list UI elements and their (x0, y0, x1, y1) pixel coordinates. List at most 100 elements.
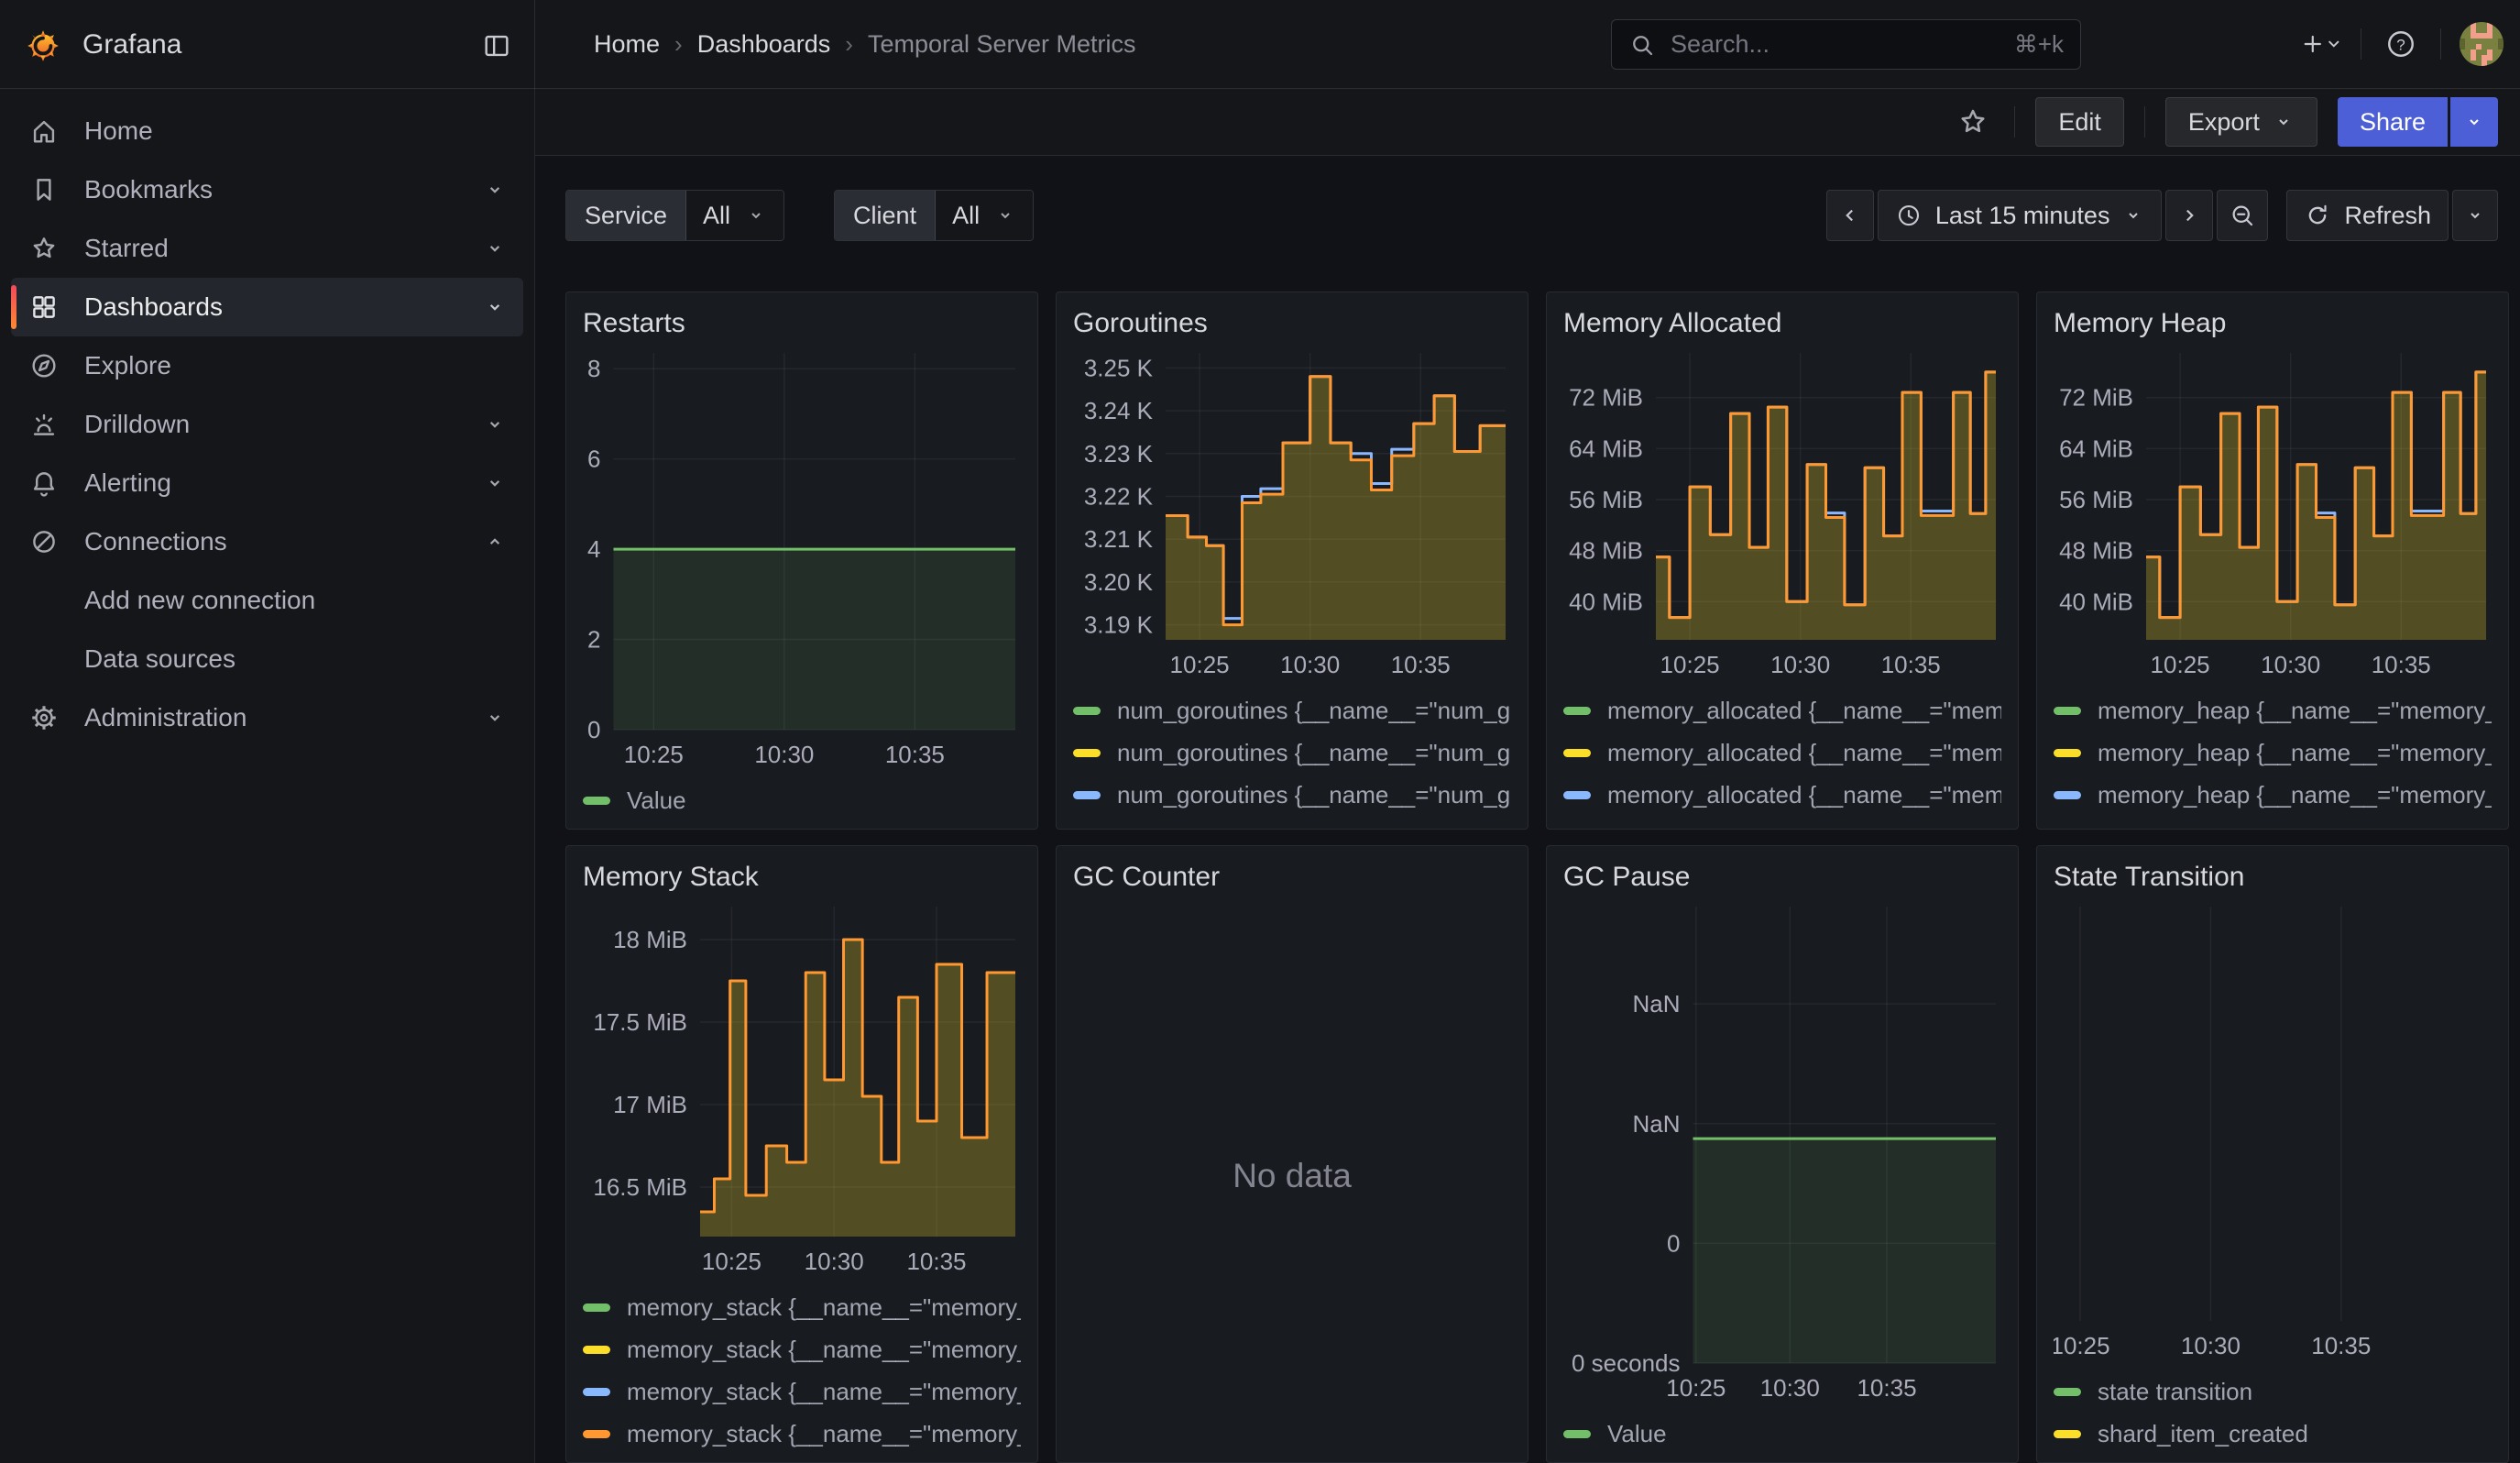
home-icon (27, 116, 60, 147)
sidebar-item-starred[interactable]: Starred (11, 219, 523, 278)
search-input[interactable] (1669, 29, 2001, 60)
legend-item[interactable]: num_goroutines {__name__="num_go (1073, 816, 1511, 821)
chart-area[interactable]: 72 MiB64 MiB56 MiB48 MiB40 MiB10:2510:30… (2054, 344, 2492, 682)
sidebar-item-data-sources[interactable]: Data sources (11, 630, 523, 688)
chart-canvas[interactable]: 18 MiB17.5 MiB17 MiB16.5 MiB10:2510:3010… (583, 897, 1021, 1279)
sidebar-toggle-icon[interactable] (477, 26, 517, 66)
chart-canvas[interactable]: 72 MiB64 MiB56 MiB48 MiB40 MiB10:2510:30… (1563, 344, 2001, 682)
legend-item[interactable]: memory_heap {__name__="memory_h (2054, 774, 2492, 816)
add-button[interactable] (2300, 23, 2342, 65)
chart-canvas[interactable]: NaNNaN00 seconds10:2510:3010:35 (1563, 897, 2001, 1405)
chart-area[interactable]: 3.25 K3.24 K3.23 K3.22 K3.21 K3.20 K3.19… (1073, 344, 1511, 682)
series-color-pill (1563, 749, 1591, 757)
legend-item[interactable]: memory_heap {__name__="memory_h (2054, 689, 2492, 732)
legend-label: memory_stack {__name__="memory_s (627, 1336, 1021, 1364)
sidebar-item-administration[interactable]: Administration (11, 688, 523, 747)
chart-canvas[interactable]: 3.25 K3.24 K3.23 K3.22 K3.21 K3.20 K3.19… (1073, 344, 1511, 682)
sidebar-divider (534, 0, 535, 1463)
time-shift-back-button[interactable] (1826, 190, 1874, 241)
sidebar-item-home[interactable]: Home (11, 102, 523, 160)
help-icon[interactable]: ? (2380, 23, 2422, 65)
sidebar-item-add-new-connection[interactable]: Add new connection (11, 571, 523, 630)
refresh-interval-caret[interactable] (2452, 190, 2498, 241)
time-shift-forward-button[interactable] (2165, 190, 2213, 241)
legend-item[interactable]: memory_stack {__name__="memory_s (583, 1328, 1021, 1370)
legend-label: memory_heap {__name__="memory_h (2098, 781, 2492, 809)
sidebar-item-dashboards[interactable]: Dashboards (11, 278, 523, 336)
chart-canvas[interactable]: 10:2510:3010:35 (2054, 897, 2492, 1363)
chevron-down-icon[interactable] (483, 471, 507, 495)
brand[interactable]: Grafana (24, 26, 181, 64)
zoom-out-button[interactable] (2217, 190, 2268, 241)
edit-button[interactable]: Edit (2035, 97, 2124, 147)
chevron-down-icon[interactable] (483, 295, 507, 319)
sidebar-item-connections[interactable]: Connections (11, 512, 523, 571)
chart-area[interactable]: 8642010:2510:3010:35 (583, 344, 1021, 772)
user-avatar[interactable] (2460, 22, 2504, 66)
series-color-pill (1073, 707, 1101, 715)
chevron-down-icon[interactable] (483, 178, 507, 202)
chart-canvas[interactable]: 8642010:2510:3010:35 (583, 344, 1021, 772)
chevron-down-icon[interactable] (483, 706, 507, 730)
export-button[interactable]: Export (2165, 97, 2317, 147)
share-options-caret[interactable] (2450, 97, 2498, 147)
legend-item[interactable]: num_goroutines {__name__="num_go (1073, 732, 1511, 774)
chevron-down-icon[interactable] (483, 412, 507, 436)
panel-title[interactable]: Memory Allocated (1563, 303, 2001, 344)
grafana-logo-icon (24, 26, 62, 64)
client-variable-select[interactable]: All (936, 191, 1033, 240)
panel-title[interactable]: Memory Stack (583, 857, 1021, 897)
legend-label: num_goroutines {__name__="num_go (1117, 739, 1511, 767)
legend-item[interactable]: state transition (2054, 1370, 2492, 1413)
svg-text:3.20 K: 3.20 K (1084, 568, 1154, 596)
legend-item[interactable]: Value (1563, 1413, 2001, 1455)
chart-area[interactable]: 10:2510:3010:35 (2054, 897, 2492, 1363)
sidebar-item-alerting[interactable]: Alerting (11, 454, 523, 512)
legend-item[interactable]: memory_heap {__name__="memory_h (2054, 816, 2492, 821)
legend-item[interactable]: num_goroutines {__name__="num_go (1073, 774, 1511, 816)
legend-item[interactable]: memory_stack {__name__="memory_s (583, 1286, 1021, 1328)
legend-item[interactable]: memory_stack {__name__="memory_s (583, 1370, 1021, 1413)
series-color-pill (2054, 1388, 2081, 1396)
svg-text:10:35: 10:35 (1881, 651, 1941, 678)
chart-area[interactable]: NaNNaN00 seconds10:2510:3010:35 (1563, 897, 2001, 1405)
legend-item[interactable]: memory_stack {__name__="memory_s (583, 1413, 1021, 1455)
favorite-star-icon[interactable] (1952, 101, 1994, 143)
legend-item[interactable]: shard_item_created (2054, 1413, 2492, 1455)
chart-canvas[interactable]: 72 MiB64 MiB56 MiB48 MiB40 MiB10:2510:30… (2054, 344, 2492, 682)
legend-item[interactable]: num_goroutines {__name__="num_go (1073, 689, 1511, 732)
sidebar-item-label: Bookmarks (84, 175, 213, 204)
legend-item[interactable]: memory_allocated {__name__="memc (1563, 816, 2001, 821)
sidebar-item-explore[interactable]: Explore (11, 336, 523, 395)
chart-area[interactable]: 72 MiB64 MiB56 MiB48 MiB40 MiB10:2510:30… (1563, 344, 2001, 682)
panel-title[interactable]: Restarts (583, 303, 1021, 344)
export-label: Export (2188, 108, 2260, 137)
search-box[interactable]: ⌘+k (1611, 19, 2081, 70)
breadcrumb-dashboards[interactable]: Dashboards (697, 30, 831, 59)
dashboard-toolbar: Edit Export Share (535, 89, 2520, 156)
panel-title[interactable]: State Transition (2054, 857, 2492, 897)
panel-title[interactable]: Goroutines (1073, 303, 1511, 344)
share-button[interactable]: Share (2338, 97, 2448, 147)
refresh-button[interactable]: Refresh (2286, 190, 2449, 241)
chevron-down-icon[interactable] (483, 236, 507, 260)
service-variable-select[interactable]: All (686, 191, 783, 240)
legend-item[interactable]: Value (583, 779, 1021, 821)
chevron-up-icon[interactable] (483, 530, 507, 554)
panel-title[interactable]: GC Counter (1073, 857, 1511, 897)
svg-text:3.21 K: 3.21 K (1084, 525, 1154, 553)
panel-title[interactable]: GC Pause (1563, 857, 2001, 897)
legend-item[interactable]: memory_heap {__name__="memory_h (2054, 732, 2492, 774)
sidebar-item-label: Connections (84, 527, 227, 556)
breadcrumb-home[interactable]: Home (594, 30, 660, 59)
chart-area[interactable]: 18 MiB17.5 MiB17 MiB16.5 MiB10:2510:3010… (583, 897, 1021, 1279)
sidebar-item-bookmarks[interactable]: Bookmarks (11, 160, 523, 219)
legend-item[interactable]: memory_allocated {__name__="memc (1563, 689, 2001, 732)
panel-title[interactable]: Memory Heap (2054, 303, 2492, 344)
sidebar-item-drilldown[interactable]: Drilldown (11, 395, 523, 454)
legend-item[interactable]: memory_allocated {__name__="memc (1563, 732, 2001, 774)
svg-text:10:35: 10:35 (2372, 651, 2431, 678)
legend-item[interactable]: memory_allocated {__name__="memc (1563, 774, 2001, 816)
time-range-picker[interactable]: Last 15 minutes (1878, 190, 2163, 241)
chevron-right-icon (2177, 204, 2201, 227)
